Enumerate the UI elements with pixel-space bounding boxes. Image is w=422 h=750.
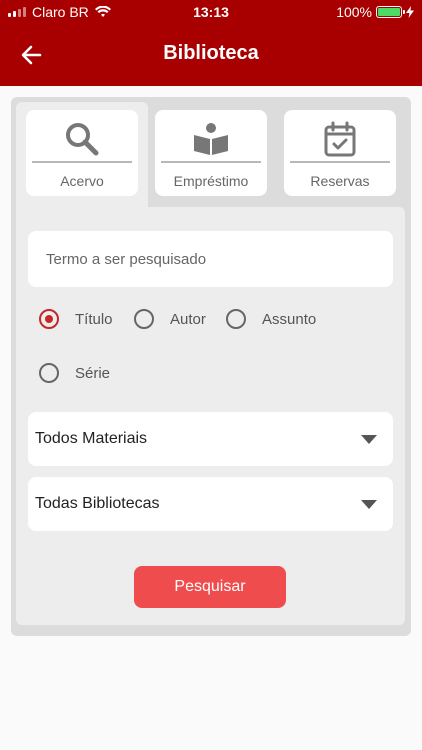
navbar: Biblioteca	[0, 24, 422, 86]
status-bar: Claro BR 13:13 100%	[0, 0, 422, 24]
radio-assunto-label: Assunto	[262, 310, 317, 328]
radio-titulo[interactable]: Título	[39, 309, 113, 329]
charging-icon	[406, 6, 414, 18]
tab-reservas-label: Reservas	[310, 173, 370, 189]
calendar-check-icon	[284, 116, 396, 162]
app-header: Claro BR 13:13 100% Biblioteca	[0, 0, 422, 86]
tab-acervo-label: Acervo	[60, 173, 104, 189]
materials-select-value: Todos Materiais	[35, 430, 148, 447]
battery-area: 100%	[336, 4, 414, 20]
search-icon	[26, 116, 138, 162]
chevron-down-icon	[361, 435, 377, 444]
radio-titulo-dot	[39, 309, 59, 329]
radio-autor-label: Autor	[170, 310, 206, 328]
battery-icon	[376, 6, 405, 18]
materials-select[interactable]: Todos Materiais	[28, 412, 393, 466]
tab-emprestimo-label: Empréstimo	[173, 173, 249, 189]
battery-label: 100%	[336, 4, 372, 20]
radio-serie-dot	[39, 363, 59, 383]
radio-serie[interactable]: Série	[39, 363, 110, 383]
book-reader-icon	[155, 116, 267, 162]
chevron-down-icon	[361, 500, 377, 509]
radio-assunto[interactable]: Assunto	[226, 309, 316, 329]
radio-titulo-label: Título	[75, 310, 113, 328]
radio-autor-dot	[134, 309, 154, 329]
page-title: Biblioteca	[163, 42, 259, 64]
search-input[interactable]	[28, 231, 393, 287]
radio-autor[interactable]: Autor	[134, 309, 206, 329]
libraries-select-value: Todas Bibliotecas	[35, 495, 160, 512]
radio-assunto-dot	[226, 309, 246, 329]
tab-reservas[interactable]: Reservas	[284, 110, 396, 196]
search-form: Título Autor Assunto Série Todos Materia…	[16, 207, 405, 625]
library-panel: Acervo Empréstimo Reservas Título Autor …	[11, 97, 411, 636]
radio-serie-label: Série	[75, 364, 111, 382]
search-button[interactable]: Pesquisar	[134, 566, 286, 608]
libraries-select[interactable]: Todas Bibliotecas	[28, 477, 393, 531]
tab-emprestimo[interactable]: Empréstimo	[155, 110, 267, 196]
tab-acervo[interactable]: Acervo	[26, 110, 138, 196]
